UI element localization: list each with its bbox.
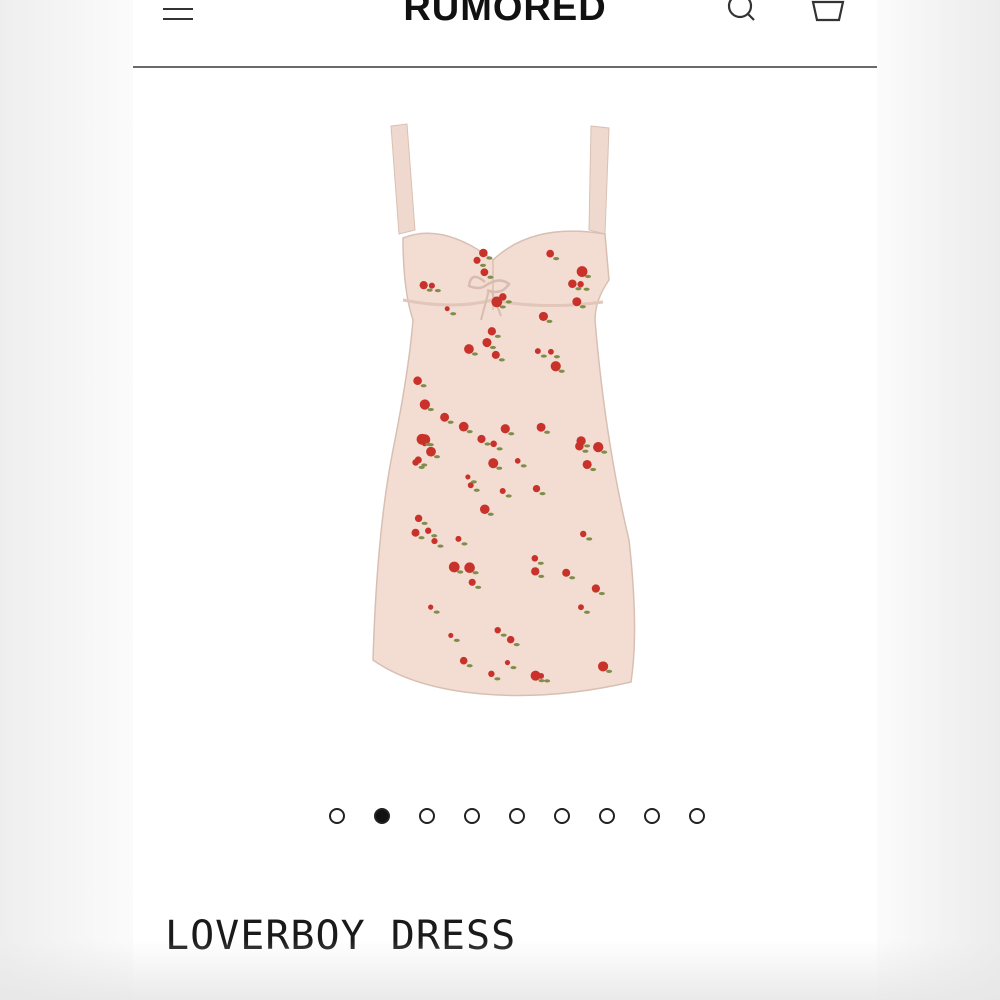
carousel-dot[interactable]: [599, 808, 615, 824]
product-image[interactable]: [333, 110, 683, 710]
brand-logo[interactable]: RUMORED: [133, 0, 877, 30]
left-background: [0, 0, 133, 1000]
image-carousel-indicators: [133, 808, 877, 832]
carousel-dot[interactable]: [689, 808, 705, 824]
carousel-dot[interactable]: [509, 808, 525, 824]
site-header: RUMORED: [133, 0, 877, 68]
phone-screen: RUMORED LOVERBOY DRESS: [133, 0, 877, 1000]
product-title: LOVERBOY DRESS: [165, 913, 517, 959]
shopping-bag-icon[interactable]: [809, 0, 847, 26]
carousel-dot[interactable]: [464, 808, 480, 824]
search-icon[interactable]: [725, 0, 759, 28]
carousel-dot[interactable]: [554, 808, 570, 824]
carousel-dot[interactable]: [419, 808, 435, 824]
carousel-dot[interactable]: [374, 808, 390, 824]
right-background: [877, 0, 1000, 1000]
carousel-dot[interactable]: [644, 808, 660, 824]
carousel-dot[interactable]: [329, 808, 345, 824]
